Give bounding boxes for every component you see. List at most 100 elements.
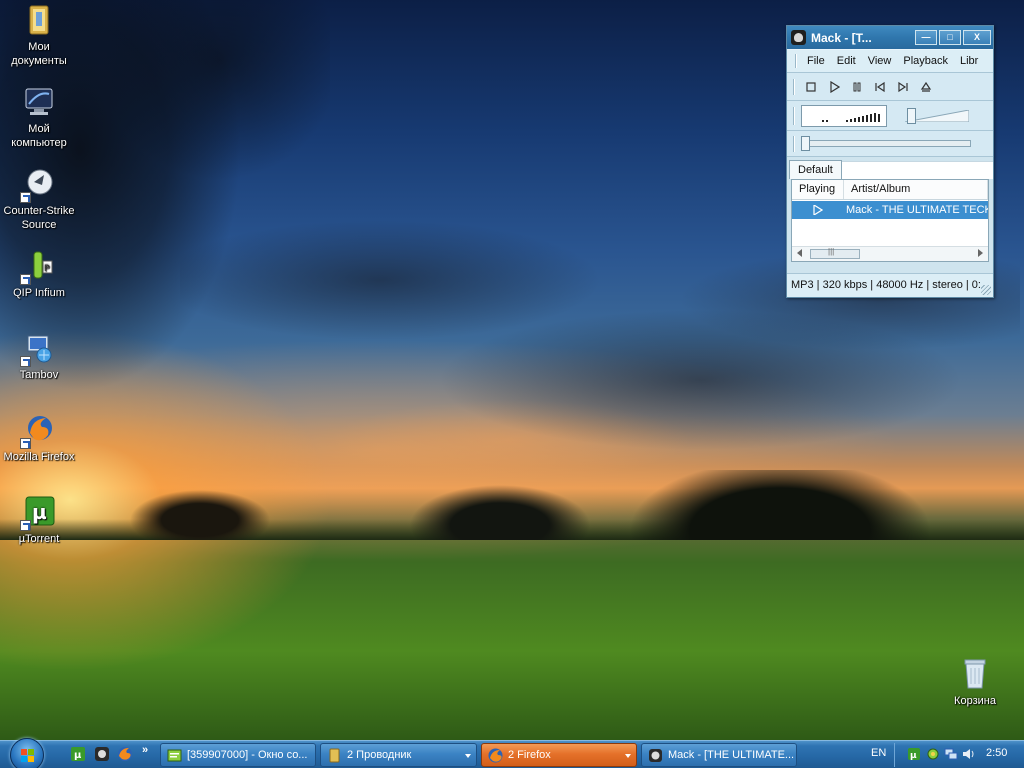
folder-documents-icon (22, 3, 56, 37)
winamp-seek-row (787, 131, 993, 157)
group-dropdown-icon[interactable] (465, 754, 471, 758)
menu-library[interactable]: Libr (954, 55, 984, 67)
svg-text:µ: µ (32, 500, 47, 524)
spectrum-bars (822, 112, 880, 122)
quick-launch-winamp[interactable] (94, 746, 110, 762)
utorrent-icon: µ (71, 747, 85, 761)
shortcut-arrow-icon (20, 192, 31, 203)
volume-slider[interactable] (901, 105, 977, 127)
winamp-title-bar[interactable]: Mack - [T... — □ X (787, 26, 993, 49)
qip-tray-icon[interactable] (926, 747, 940, 761)
previous-icon (874, 81, 885, 92)
next-button[interactable] (893, 78, 912, 96)
scrollbar-thumb[interactable] (810, 247, 860, 259)
desktop-icon-qip[interactable]: P QIP Infium (1, 249, 77, 300)
winamp-title: Mack - [T... (811, 30, 872, 45)
task-button-winamp[interactable]: Mack - [THE ULTIMATE... (641, 743, 797, 767)
volume-knob[interactable] (907, 107, 916, 124)
previous-button[interactable] (870, 78, 889, 96)
desktop-icon-label: Counter-Strike Source (3, 205, 75, 231)
svg-text:P: P (44, 264, 50, 274)
explorer-folder-icon (329, 748, 340, 763)
task-label: [359907000] - Окно со... (187, 749, 308, 761)
task-button-explorer[interactable]: 2 Проводник (320, 743, 477, 767)
volume-tray-icon[interactable] (962, 747, 976, 761)
desktop-icon-utorrent[interactable]: µ µTorrent (1, 495, 77, 546)
system-clock[interactable]: 2:50 (986, 747, 1007, 759)
wallpaper-treeline (0, 470, 1024, 540)
eject-button[interactable] (916, 78, 935, 96)
recycle-bin-icon (958, 657, 992, 691)
column-header-playing[interactable]: Playing (792, 180, 844, 199)
winamp-window[interactable]: Mack - [T... — □ X File Edit View Playba… (786, 25, 994, 298)
menu-edit[interactable]: Edit (831, 55, 862, 67)
wallpaper-tree-silhouette (0, 0, 330, 470)
playlist-header: Playing Artist/Album (792, 180, 988, 200)
maximize-button[interactable]: □ (939, 30, 961, 45)
stop-icon (805, 81, 816, 92)
winamp-transport-bar (787, 73, 993, 101)
stream-info: MP3 | 320 kbps | 48000 Hz | stereo | 0: (791, 279, 981, 291)
minimize-button[interactable]: — (915, 30, 937, 45)
winamp-icon (649, 749, 662, 762)
desktop-icon-label: µTorrent (18, 533, 60, 545)
scroll-right-icon[interactable] (978, 249, 983, 257)
playlist-row[interactable]: Mack - THE ULTIMATE TECK (792, 201, 988, 219)
svg-text:µ: µ (74, 750, 82, 761)
spectrum-visualizer[interactable] (801, 104, 887, 127)
playing-indicator (792, 201, 844, 219)
play-indicator-icon (813, 205, 823, 215)
network-tray-icon[interactable] (944, 747, 958, 761)
task-button-firefox[interactable]: 2 Firefox (481, 743, 637, 767)
shortcut-arrow-icon (20, 356, 31, 367)
stop-button[interactable] (801, 78, 820, 96)
tab-default[interactable]: Default (789, 160, 842, 179)
toolbar-grip[interactable] (793, 106, 795, 125)
playlist-view[interactable]: Playing Artist/Album Mack - THE ULTIMATE… (791, 179, 989, 262)
desktop-icon-recycle-bin[interactable]: Корзина (937, 657, 1013, 708)
play-button[interactable] (824, 78, 843, 96)
desktop-icon-label: Mozilla Firefox (3, 451, 75, 463)
scroll-left-icon[interactable] (797, 249, 802, 257)
tab-strip-background (841, 161, 993, 179)
next-icon (897, 81, 908, 92)
playlist-horizontal-scrollbar[interactable] (792, 246, 988, 261)
desktop-icon-my-documents[interactable]: Мои документы (1, 3, 77, 68)
toolbar-grip[interactable] (793, 135, 795, 152)
shortcut-arrow-icon (20, 438, 31, 449)
group-dropdown-icon[interactable] (625, 754, 631, 758)
pause-button[interactable] (847, 78, 866, 96)
quick-launch-more[interactable]: » (142, 744, 148, 756)
winamp-icon (791, 30, 806, 45)
start-button[interactable] (10, 738, 44, 768)
toolbar-grip[interactable] (795, 54, 797, 68)
winamp-status-bar: MP3 | 320 kbps | 48000 Hz | stereo | 0: (787, 273, 993, 297)
quick-launch-utorrent[interactable]: µ (70, 746, 86, 762)
desktop-icon-tambov[interactable]: Tambov (1, 331, 77, 382)
menu-view[interactable]: View (862, 55, 898, 67)
firefox-icon (488, 748, 503, 763)
chat-window-icon (167, 749, 182, 762)
seek-bar[interactable] (801, 136, 971, 151)
desktop-icon-label: Мой компьютер (11, 123, 67, 149)
shortcut-arrow-icon (20, 520, 31, 531)
desktop-icon-label: QIP Infium (13, 287, 65, 299)
quick-launch-firefox[interactable] (117, 746, 133, 762)
language-indicator[interactable]: EN (871, 747, 886, 759)
column-header-artist-album[interactable]: Artist/Album (844, 180, 988, 199)
utorrent-icon: µ (20, 495, 56, 531)
menu-playback[interactable]: Playback (897, 55, 954, 67)
desktop-icon-my-computer[interactable]: Мой компьютер (1, 85, 77, 150)
utorrent-tray-icon[interactable]: µ (907, 747, 921, 761)
desktop-icon-label: Мои документы (11, 41, 67, 67)
taskbar: µ » [359907000] - Окно со... 2 Проводник… (0, 738, 1024, 768)
menu-file[interactable]: File (801, 55, 831, 67)
resize-grip[interactable] (981, 285, 991, 295)
toolbar-grip[interactable] (793, 78, 795, 95)
task-button-chat-window[interactable]: [359907000] - Окно со... (160, 743, 316, 767)
desktop-icon-firefox[interactable]: Mozilla Firefox (1, 413, 77, 464)
close-button[interactable]: X (963, 30, 991, 45)
shortcut-arrow-icon (20, 274, 31, 285)
seek-knob[interactable] (801, 136, 810, 151)
desktop-icon-counter-strike[interactable]: Counter-Strike Source (1, 167, 77, 232)
